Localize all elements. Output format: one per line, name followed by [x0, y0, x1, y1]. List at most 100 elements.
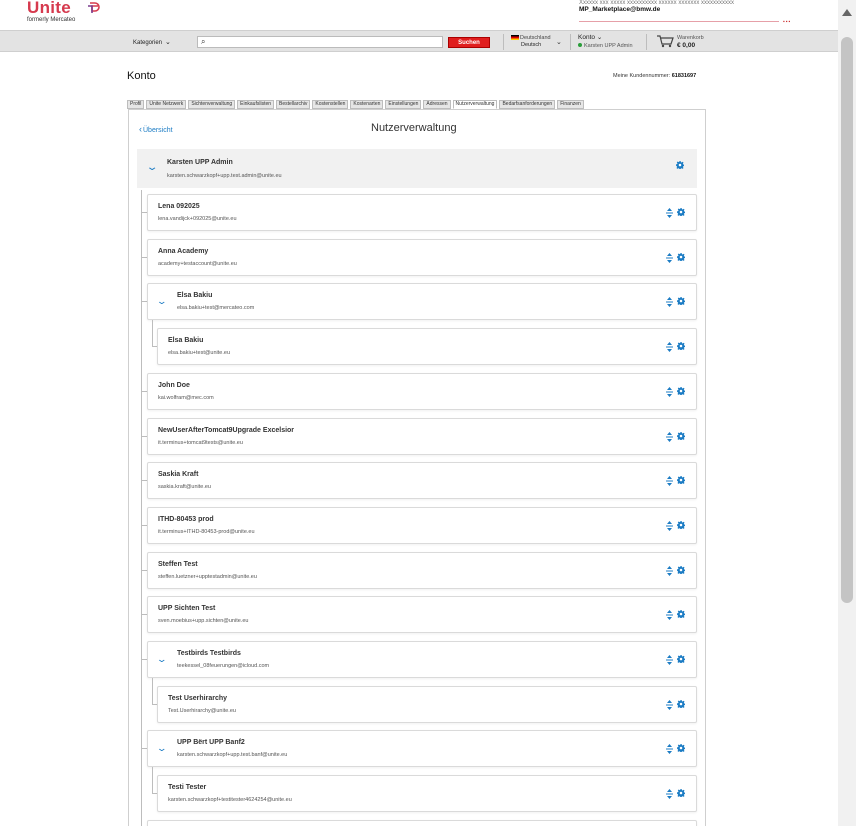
user-row[interactable]: ⌄ Testbirds Testbirds teekessel_08feuerung…	[147, 641, 697, 678]
gear-icon[interactable]	[677, 387, 685, 395]
user-row[interactable]: Elsa Bakiu elsa.bakiu+test@unite.eu	[157, 328, 697, 365]
gear-icon[interactable]	[677, 744, 685, 752]
gear-icon[interactable]	[677, 297, 685, 305]
cart-summary[interactable]: Warenkorb € 0,00	[654, 34, 704, 50]
user-row[interactable]: Test Userhirarchy Test.Userhirarchy@unite…	[157, 686, 697, 723]
navigation-bar: Kategorien ⌄ ⌕ Suchen Deutschland Deutsch…	[0, 30, 838, 52]
user-row[interactable]: NewUserAfterTomcat9Upgrade Excelsior it.t…	[147, 418, 697, 455]
german-flag-icon	[511, 35, 519, 41]
move-handle-icon[interactable]	[666, 655, 673, 665]
chevron-left-icon: ‹	[139, 124, 142, 134]
online-status-icon	[578, 43, 582, 47]
move-handle-icon[interactable]	[666, 387, 673, 397]
tab-item[interactable]: Kostenarten	[350, 100, 384, 109]
tab-item[interactable]: Adressen	[423, 100, 451, 109]
user-email: saskia.kraft@unite.eu	[158, 484, 211, 490]
logo-subtitle: formerly Mercateo	[27, 17, 76, 23]
user-row[interactable]: John Doe kai.wolfram@mec.com	[147, 373, 697, 410]
move-handle-icon[interactable]	[666, 610, 673, 620]
user-row[interactable]: ITHD-80453 prod it.terminus+ITHD-80453-pr…	[147, 507, 697, 544]
user-email: steffen.luetzner+upptestadmin@unite.eu	[158, 574, 257, 580]
move-handle-icon[interactable]	[666, 297, 673, 307]
move-handle-icon[interactable]	[666, 700, 673, 710]
tab-item[interactable]: Profil	[127, 100, 145, 109]
user-email: karsten.schwarzkopf+testitester4624254@u…	[168, 797, 292, 803]
categories-label: Kategorien	[133, 40, 163, 46]
move-handle-icon[interactable]	[666, 253, 673, 263]
chevron-down-icon[interactable]: ⌄	[156, 654, 167, 665]
language-label: Deutsch	[521, 42, 542, 48]
tab-item[interactable]: Sichtenverwaltung	[188, 100, 236, 109]
user-name: Testi Tester	[168, 784, 207, 791]
root-user-name: Karsten UPP Admin	[167, 159, 233, 166]
divider	[570, 34, 571, 50]
customer-number: Meine Kundennummer: 61831697	[613, 73, 696, 79]
chevron-down-icon[interactable]: ⌄	[156, 296, 167, 307]
user-row[interactable]: Anna Academy academy+testaccount@unite.eu	[147, 239, 697, 276]
search-input[interactable]	[212, 38, 437, 47]
gear-icon[interactable]	[677, 253, 685, 261]
user-row[interactable]: Steffen Test steffen.luetzner+upptestadmi…	[147, 552, 697, 589]
user-email: MP_Marketplace@bmw.de	[579, 6, 661, 13]
move-handle-icon[interactable]	[666, 208, 673, 218]
move-handle-icon[interactable]	[666, 566, 673, 576]
tab-item[interactable]: Nutzerverwaltung	[452, 100, 498, 109]
user-name: Elsa Bakiu	[168, 337, 204, 344]
account-user: Karsten UPP Admin	[584, 43, 633, 49]
chevron-down-icon[interactable]: ⌄	[156, 743, 167, 754]
user-row[interactable]: UPP Sichten Test sven.moebius+upp.sichten…	[147, 596, 697, 633]
move-handle-icon[interactable]	[666, 342, 673, 352]
scrollbar-thumb[interactable]	[841, 37, 853, 603]
user-row[interactable]	[147, 820, 697, 826]
user-row[interactable]: ⌄ UPP Bërt UPP Banf2 karsten.schwarzkopf+u…	[147, 730, 697, 767]
gear-icon[interactable]	[677, 610, 685, 618]
user-row[interactable]: Saskia Kraft saskia.kraft@unite.eu	[147, 462, 697, 499]
user-row[interactable]: Testi Tester karsten.schwarzkopf+testites…	[157, 775, 697, 812]
move-handle-icon[interactable]	[666, 744, 673, 754]
account-menu[interactable]: Konto ⌄ Karsten UPP Admin	[578, 34, 633, 50]
gear-icon[interactable]	[677, 432, 685, 440]
gear-icon[interactable]	[677, 655, 685, 663]
tab-item[interactable]: Finanzen	[557, 100, 584, 109]
user-email: Test.Userhirarchy@unite.eu	[168, 708, 236, 714]
move-handle-icon[interactable]	[666, 521, 673, 531]
back-link[interactable]: ‹Übersicht	[139, 124, 173, 134]
user-row[interactable]: ⌄ Elsa Bakiu elsa.bakiu+test@mercateo.com	[147, 283, 697, 320]
user-name: Lena 092025	[158, 203, 200, 210]
cart-value: € 0,00	[677, 42, 696, 49]
tab-item[interactable]: Kostenstellen	[312, 100, 349, 109]
unite-logo[interactable]: Unite formerly Mercateo	[27, 0, 100, 23]
tab-item[interactable]: Bestellarchiv	[276, 100, 311, 109]
gear-icon[interactable]	[677, 208, 685, 216]
section-title: Nutzerverwaltung	[371, 122, 457, 134]
tab-item[interactable]: Einstellungen	[385, 100, 422, 109]
move-handle-icon[interactable]	[666, 432, 673, 442]
search-icon: ⌕	[201, 37, 206, 46]
user-email: academy+testaccount@unite.eu	[158, 261, 237, 267]
chevron-down-icon[interactable]: ⌄	[146, 162, 159, 173]
tab-item[interactable]: Einkaufslisten	[237, 100, 275, 109]
gear-icon[interactable]	[677, 476, 685, 484]
tab-item[interactable]: Unite Netzwerk	[146, 100, 187, 109]
gear-icon[interactable]	[677, 521, 685, 529]
user-info-line: Xxxxxx xxx xxxxx xxxxxxxxxx xxxxxx xxxxx…	[579, 0, 735, 5]
search-button[interactable]: Suchen	[448, 37, 490, 48]
user-name: Testbirds Testbirds	[177, 650, 241, 657]
scroll-up-arrow-icon[interactable]	[842, 9, 852, 16]
chevron-down-icon[interactable]: ⌄	[556, 38, 562, 46]
gear-icon[interactable]	[677, 566, 685, 574]
customer-number-label: Meine Kundennummer:	[613, 73, 671, 79]
user-row[interactable]: Lena 092025 lena.vandijck+092025@unite.eu	[147, 194, 697, 231]
tab-item[interactable]: Bedarfsanforderungen	[499, 100, 556, 109]
gear-icon[interactable]	[677, 700, 685, 708]
move-handle-icon[interactable]	[666, 789, 673, 799]
search-box[interactable]: ⌕	[197, 36, 443, 48]
move-handle-icon[interactable]	[666, 476, 673, 486]
flag-dots: ▪▪▪	[783, 19, 792, 25]
gear-icon[interactable]	[677, 342, 685, 350]
gear-icon[interactable]	[677, 789, 685, 797]
categories-menu[interactable]: Kategorien ⌄	[133, 38, 171, 46]
gear-icon[interactable]	[676, 161, 684, 169]
language-selector[interactable]: Deutschland Deutsch	[511, 35, 551, 49]
root-user-row[interactable]: ⌄ Karsten UPP Admin karsten.schwarzkopf+…	[137, 149, 697, 188]
